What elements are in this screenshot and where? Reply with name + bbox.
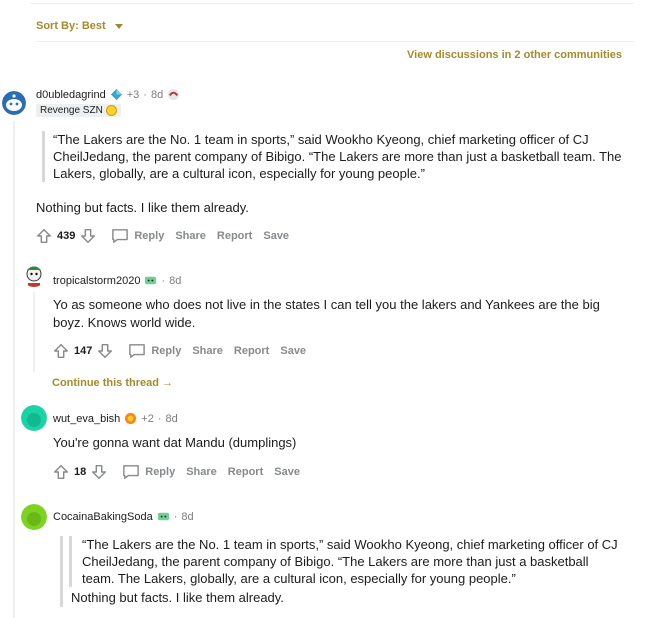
reply-button[interactable]: Reply bbox=[122, 464, 175, 480]
user-flair: Revenge SZN bbox=[36, 104, 121, 117]
reply-icon bbox=[129, 344, 146, 358]
report-button[interactable]: Report bbox=[217, 230, 252, 242]
save-button[interactable]: Save bbox=[280, 345, 306, 357]
reply-button[interactable]: Reply bbox=[128, 343, 181, 359]
comment-text: Nothing but facts. I like them already. bbox=[36, 200, 249, 215]
vote-controls: 439 bbox=[35, 227, 97, 245]
username[interactable]: wut_eva_bish bbox=[53, 413, 120, 425]
avatar[interactable] bbox=[2, 91, 26, 115]
quote-block: “The Lakers are the No. 1 team in sports… bbox=[42, 131, 623, 182]
quote-text: “The Lakers are the No. 1 team in sports… bbox=[82, 537, 618, 586]
reply-button[interactable]: Reply bbox=[111, 228, 164, 244]
comment-age[interactable]: 8d bbox=[181, 511, 193, 523]
dot-separator: · bbox=[157, 412, 162, 425]
avatar[interactable] bbox=[21, 405, 47, 431]
comment-age[interactable]: 8d bbox=[166, 413, 178, 425]
upvote-icon[interactable] bbox=[35, 227, 53, 245]
downvote-icon[interactable] bbox=[79, 227, 97, 245]
score: 18 bbox=[74, 466, 87, 478]
save-button[interactable]: Save bbox=[274, 466, 300, 478]
top-separator bbox=[30, 0, 634, 4]
upvote-icon[interactable] bbox=[52, 342, 70, 360]
username[interactable]: d0ubledagrind bbox=[36, 89, 106, 101]
continue-thread-link[interactable]: Continue this thread → bbox=[52, 377, 173, 389]
save-button[interactable]: Save bbox=[263, 230, 289, 242]
thread-line-reply bbox=[33, 292, 35, 372]
comment-body: Nothing but facts. I like them already. bbox=[36, 199, 616, 217]
award-count: +3 bbox=[126, 88, 140, 101]
comment-meta: wut_eva_bish +2 · 8d bbox=[53, 412, 178, 425]
caret-down-icon bbox=[114, 23, 123, 29]
dot-separator: · bbox=[173, 510, 178, 523]
avatar[interactable] bbox=[21, 504, 47, 530]
vote-controls: 147 bbox=[52, 342, 114, 360]
comment-text: You're gonna want dat Mandu (dumplings) bbox=[53, 435, 297, 450]
comment-meta: tropicalstorm2020 · 8d bbox=[53, 274, 181, 287]
helpful-award-icon bbox=[125, 412, 137, 425]
sort-divider bbox=[36, 41, 634, 42]
comment-body: You're gonna want dat Mandu (dumplings) bbox=[53, 434, 623, 452]
reply-icon bbox=[112, 229, 129, 243]
team-logo-icon bbox=[168, 88, 180, 101]
comment-text: Yo as someone who does not live in the s… bbox=[53, 297, 600, 330]
score: 439 bbox=[57, 230, 76, 242]
downvote-icon[interactable] bbox=[90, 463, 108, 481]
avatar[interactable] bbox=[22, 263, 46, 287]
share-button[interactable]: Share bbox=[175, 230, 206, 242]
comment-age[interactable]: 8d bbox=[151, 89, 163, 101]
downvote-icon[interactable] bbox=[96, 342, 114, 360]
wholesome-award-icon bbox=[145, 276, 157, 285]
dot-separator: · bbox=[161, 274, 166, 287]
award-count: +2 bbox=[141, 412, 154, 425]
score: 147 bbox=[74, 345, 93, 357]
emoji-face-icon bbox=[105, 105, 117, 116]
report-button[interactable]: Report bbox=[234, 345, 269, 357]
dot-separator: · bbox=[143, 88, 147, 101]
vote-controls: 18 bbox=[52, 463, 108, 481]
comment-actions: 18 Reply Share Report Save bbox=[52, 463, 300, 481]
comment-actions: 147 Reply Share Report Save bbox=[52, 342, 306, 360]
diamond-award-icon bbox=[110, 88, 122, 101]
sort-dropdown[interactable]: Sort By: Best bbox=[36, 20, 123, 32]
quote-text: “The Lakers are the No. 1 team in sports… bbox=[53, 132, 622, 181]
reply-icon bbox=[123, 465, 140, 479]
arrow-right-icon: → bbox=[162, 377, 174, 389]
nested-quote-text: Nothing but facts. I like them already. bbox=[71, 590, 284, 605]
reply-label: Reply bbox=[145, 466, 176, 478]
username[interactable]: tropicalstorm2020 bbox=[53, 275, 140, 287]
reply-label: Reply bbox=[151, 345, 182, 357]
upvote-icon[interactable] bbox=[52, 463, 70, 481]
share-button[interactable]: Share bbox=[192, 345, 223, 357]
comment-meta: d0ubledagrind +3 · 8d bbox=[36, 88, 180, 101]
comment-age[interactable]: 8d bbox=[169, 275, 181, 287]
continue-thread-label: Continue this thread bbox=[52, 377, 159, 389]
share-button[interactable]: Share bbox=[186, 466, 217, 478]
comment-body: Yo as someone who does not live in the s… bbox=[53, 296, 623, 332]
report-button[interactable]: Report bbox=[228, 466, 263, 478]
thread-line-root bbox=[13, 121, 15, 618]
username[interactable]: CocainaBakingSoda bbox=[53, 511, 153, 523]
sort-label: Sort By: Best bbox=[36, 20, 106, 32]
flair-text: Revenge SZN bbox=[40, 105, 103, 116]
quote-block: “The Lakers are the No. 1 team in sports… bbox=[60, 536, 622, 607]
comment-actions: 439 Reply Share Report Save bbox=[35, 227, 289, 245]
nested-quote-block: “The Lakers are the No. 1 team in sports… bbox=[60, 536, 622, 607]
view-discussions-link[interactable]: View discussions in 2 other communities bbox=[407, 49, 622, 61]
comment-meta: CocainaBakingSoda · 8d bbox=[53, 510, 194, 523]
wholesome-award-icon bbox=[157, 512, 169, 521]
quote-inner: “The Lakers are the No. 1 team in sports… bbox=[69, 536, 622, 587]
reply-label: Reply bbox=[134, 230, 165, 242]
